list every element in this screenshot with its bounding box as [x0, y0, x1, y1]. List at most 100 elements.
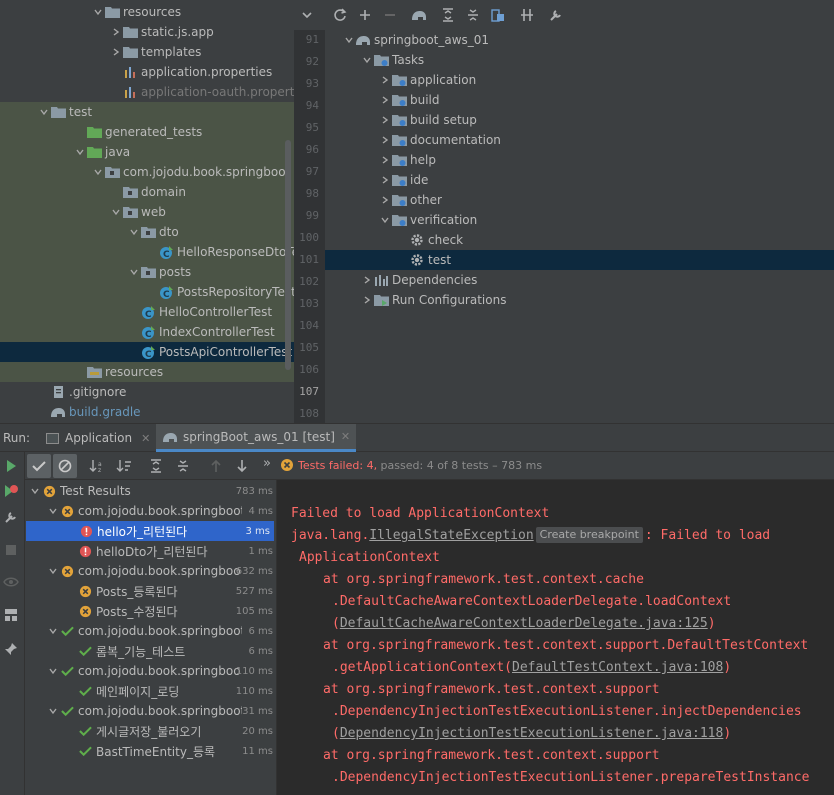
- chevron-down-icon[interactable]: [128, 226, 140, 238]
- project-tree-item[interactable]: web: [0, 202, 294, 222]
- sort-alphabetically-icon[interactable]: az: [89, 459, 105, 476]
- chevron-down-icon[interactable]: [47, 505, 59, 517]
- rerun-icon[interactable]: [4, 459, 18, 476]
- chevron-right-icon[interactable]: [379, 114, 391, 126]
- chevron-down-icon[interactable]: [74, 146, 86, 158]
- project-tree-item[interactable]: generated_tests: [0, 122, 294, 142]
- test-result-item[interactable]: com.jojodu.book.springboot.w 4 ms: [25, 501, 276, 521]
- gradle-elephant-icon[interactable]: [406, 3, 431, 27]
- stop-icon[interactable]: [5, 544, 17, 559]
- more-chevron-icon[interactable]: »: [263, 456, 271, 471]
- gradle-tree-item[interactable]: application: [325, 70, 834, 90]
- gradle-tree-item[interactable]: test: [325, 250, 834, 270]
- chevron-right-icon[interactable]: [379, 94, 391, 106]
- project-tree-item[interactable]: templates: [0, 42, 294, 62]
- expand-all-icon[interactable]: [150, 459, 162, 476]
- gradle-tree-item[interactable]: Tasks: [325, 50, 834, 70]
- gradle-tree-item[interactable]: build: [325, 90, 834, 110]
- project-tree-item[interactable]: domain: [0, 182, 294, 202]
- test-result-item[interactable]: hello가_리턴된다 3 ms: [26, 521, 274, 541]
- chevron-right-icon[interactable]: [110, 46, 122, 58]
- gradle-tree-item[interactable]: ide: [325, 170, 834, 190]
- collapse-all-icon[interactable]: [460, 3, 485, 27]
- project-tree-item[interactable]: build.gradle: [0, 402, 294, 422]
- project-tree-item[interactable]: application-oauth.properties: [0, 82, 294, 102]
- close-icon[interactable]: ✕: [141, 432, 150, 445]
- gradle-tree-item[interactable]: check: [325, 230, 834, 250]
- project-tree-item[interactable]: com.jojodu.book.springboot: [0, 162, 294, 182]
- gradle-tree-item[interactable]: other: [325, 190, 834, 210]
- project-tree-item[interactable]: C PostsRepositoryTest: [0, 282, 294, 302]
- chevron-down-icon[interactable]: [92, 6, 104, 18]
- project-tree-item[interactable]: C IndexControllerTest: [0, 322, 294, 342]
- project-scrollbar[interactable]: [285, 140, 291, 370]
- chevron-right-icon[interactable]: [361, 274, 373, 286]
- group-modules-icon[interactable]: [485, 3, 510, 27]
- chevron-down-icon[interactable]: [379, 214, 391, 226]
- test-result-item[interactable]: com.jojodu.book.springboo 632 ms: [25, 561, 276, 581]
- chevron-down-icon[interactable]: [47, 625, 59, 637]
- gradle-tree-item[interactable]: Dependencies: [325, 270, 834, 290]
- layout-icon[interactable]: [4, 608, 18, 625]
- project-tree-item[interactable]: C HelloControllerTest: [0, 302, 294, 322]
- gradle-tree-item[interactable]: springboot_aws_01: [325, 30, 834, 50]
- test-result-item[interactable]: com.jojodu.book.springboot 31 ms: [25, 701, 276, 721]
- tab-application[interactable]: Application ✕: [40, 424, 156, 452]
- wrench-icon[interactable]: [4, 510, 18, 527]
- chevron-right-icon[interactable]: [379, 194, 391, 206]
- test-result-item[interactable]: com.jojodu.book.springboo 110 ms: [25, 661, 276, 681]
- project-tree-item[interactable]: C PostsApiControllerTest: [0, 342, 294, 362]
- sort-by-duration-icon[interactable]: [116, 459, 132, 476]
- test-result-item[interactable]: 롬복_기능_테스트 6 ms: [25, 641, 276, 661]
- chevron-right-icon[interactable]: [361, 294, 373, 306]
- chevron-down-icon[interactable]: [29, 485, 41, 497]
- chevron-down-icon[interactable]: [38, 106, 50, 118]
- test-result-item[interactable]: 게시글저장_불러오기 20 ms: [25, 721, 276, 741]
- gradle-tree-item[interactable]: documentation: [325, 130, 834, 150]
- project-tree-item[interactable]: test: [0, 102, 294, 122]
- chevron-down-icon[interactable]: [294, 3, 319, 27]
- previous-failed-icon[interactable]: [210, 459, 222, 476]
- gradle-tree-item[interactable]: verification: [325, 210, 834, 230]
- source-link[interactable]: DefaultCacheAwareContextLoaderDelegate.j…: [340, 616, 708, 631]
- project-tree-item[interactable]: static.js.app: [0, 22, 294, 42]
- chevron-down-icon[interactable]: [343, 34, 355, 46]
- test-result-item[interactable]: BastTimeEntity_등록 11 ms: [25, 741, 276, 761]
- eye-icon[interactable]: [3, 576, 19, 591]
- wrench-icon[interactable]: [543, 3, 568, 27]
- test-result-item[interactable]: Posts_등록된다 527 ms: [25, 581, 276, 601]
- project-tree-item[interactable]: .gitignore: [0, 382, 294, 402]
- chevron-down-icon[interactable]: [92, 166, 104, 178]
- chevron-right-icon[interactable]: [379, 174, 391, 186]
- chevron-right-icon[interactable]: [379, 134, 391, 146]
- show-passed-toggle[interactable]: [27, 454, 51, 478]
- chevron-down-icon[interactable]: [361, 54, 373, 66]
- project-tree-item[interactable]: resources: [0, 2, 294, 22]
- collapse-all-icon[interactable]: [177, 459, 189, 476]
- gradle-tree-item[interactable]: help: [325, 150, 834, 170]
- project-tree-item[interactable]: resources: [0, 362, 294, 382]
- show-ignored-toggle[interactable]: [53, 454, 77, 478]
- project-tree-item[interactable]: java: [0, 142, 294, 162]
- test-result-item[interactable]: com.jojodu.book.springboot.w 6 ms: [25, 621, 276, 641]
- pin-icon[interactable]: [4, 642, 18, 659]
- chevron-right-icon[interactable]: [379, 74, 391, 86]
- source-link[interactable]: DependencyInjectionTestExecutionListener…: [340, 726, 724, 741]
- expand-all-icon[interactable]: [435, 3, 460, 27]
- chevron-down-icon[interactable]: [128, 266, 140, 278]
- minus-icon[interactable]: [377, 3, 402, 27]
- project-tree-item[interactable]: posts: [0, 262, 294, 282]
- next-failed-icon[interactable]: [236, 459, 248, 476]
- chevron-right-icon[interactable]: [379, 154, 391, 166]
- project-tree-item[interactable]: application.properties: [0, 62, 294, 82]
- refresh-icon[interactable]: [327, 3, 352, 27]
- test-result-item[interactable]: Test Results 783 ms: [25, 481, 276, 501]
- toggle-offline-icon[interactable]: [514, 3, 539, 27]
- source-link[interactable]: DefaultTestContext.java:108: [512, 660, 723, 675]
- create-breakpoint-button[interactable]: Create breakpoint: [535, 527, 643, 543]
- test-result-item[interactable]: helloDto가_리턴된다 1 ms: [25, 541, 276, 561]
- plus-icon[interactable]: [352, 3, 377, 27]
- gradle-tree-item[interactable]: build setup: [325, 110, 834, 130]
- rerun-failed-icon[interactable]: [3, 484, 19, 503]
- test-result-item[interactable]: Posts_수정된다 105 ms: [25, 601, 276, 621]
